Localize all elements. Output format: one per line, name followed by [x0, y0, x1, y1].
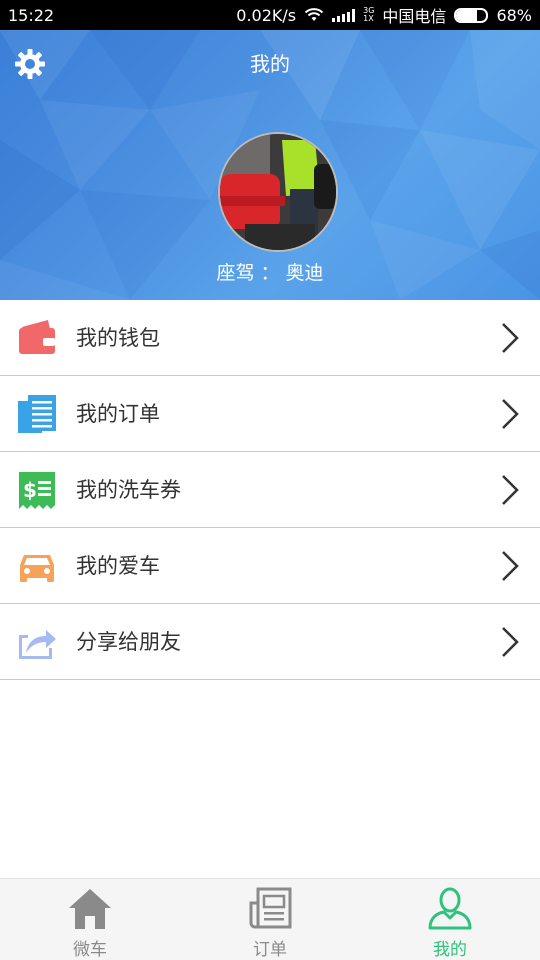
profile-menu: 我的钱包 我的订单 $ 我的洗车券 我的爱车 分享给朋友 [0, 300, 540, 680]
svg-text:$: $ [23, 478, 37, 502]
avatar-photo [220, 134, 336, 250]
wallet-icon [19, 320, 55, 354]
battery-level-fill [456, 9, 477, 21]
nav-tab-label: 微车 [73, 940, 107, 960]
battery-icon [454, 7, 489, 23]
profile-header: 我的 座驾：奥迪 [0, 30, 540, 300]
nav-tab-label: 我的 [433, 940, 467, 960]
menu-item-share[interactable]: 分享给朋友 [0, 604, 540, 680]
chevron-right-icon [502, 551, 519, 581]
menu-item-label: 我的钱包 [76, 326, 160, 350]
carrier-name: 中国电信 [382, 7, 447, 26]
wifi-icon [304, 8, 324, 21]
chevron-right-icon [502, 323, 519, 353]
user-icon [428, 887, 472, 930]
battery-percent: 68% [496, 5, 532, 25]
menu-item-label: 我的订单 [76, 402, 160, 426]
chevron-right-icon [502, 475, 519, 505]
chevron-right-icon [502, 399, 519, 429]
nav-tab-weiche[interactable]: 微车 [0, 879, 180, 960]
home-icon [69, 889, 111, 929]
menu-item-wallet[interactable]: 我的钱包 [0, 300, 540, 376]
driver-separator: ： [260, 262, 280, 284]
chevron-right-icon [502, 627, 519, 657]
menu-item-orders[interactable]: 我的订单 [0, 376, 540, 452]
status-bar: 15:22 0.02K/s 3G 1X 中国电信 68% [0, 0, 540, 30]
status-time: 15:22 [8, 5, 55, 25]
network-speed: 0.02K/s [236, 5, 297, 25]
network-type-bottom: 1X [363, 14, 374, 23]
menu-item-label: 我的洗车券 [76, 478, 181, 502]
menu-item-my-car[interactable]: 我的爱车 [0, 528, 540, 604]
avatar[interactable] [218, 132, 338, 252]
status-indicators: 0.02K/s 3G 1X 中国电信 68% [236, 3, 532, 27]
newspaper-icon [249, 887, 292, 929]
menu-item-label: 分享给朋友 [76, 630, 181, 654]
car-icon [20, 555, 54, 582]
screen: 15:22 0.02K/s 3G 1X 中国电信 68% 我的 座驾 ： 奥迪 … [0, 0, 540, 960]
signal-strength-icon [332, 8, 356, 22]
nav-tab-mine[interactable]: 我的 [360, 879, 540, 960]
nav-tab-orders[interactable]: 订单 [180, 879, 360, 960]
menu-item-label: 我的爱车 [76, 554, 160, 578]
order-document-icon [18, 395, 56, 433]
nav-tab-label: 订单 [253, 940, 287, 960]
car-wash-coupon-icon: $ [19, 472, 55, 509]
driver-label: 座驾 [216, 262, 255, 284]
driver-info: 座驾：奥迪 [0, 260, 540, 286]
network-type: 3G 1X [363, 7, 374, 23]
page-title: 我的 [250, 52, 290, 76]
driver-car-name: 奥迪 [285, 262, 324, 284]
share-icon [19, 630, 56, 659]
bottom-navigation: 微车 订单 我的 [0, 878, 540, 960]
menu-item-car-wash-coupons[interactable]: $ 我的洗车券 [0, 452, 540, 528]
